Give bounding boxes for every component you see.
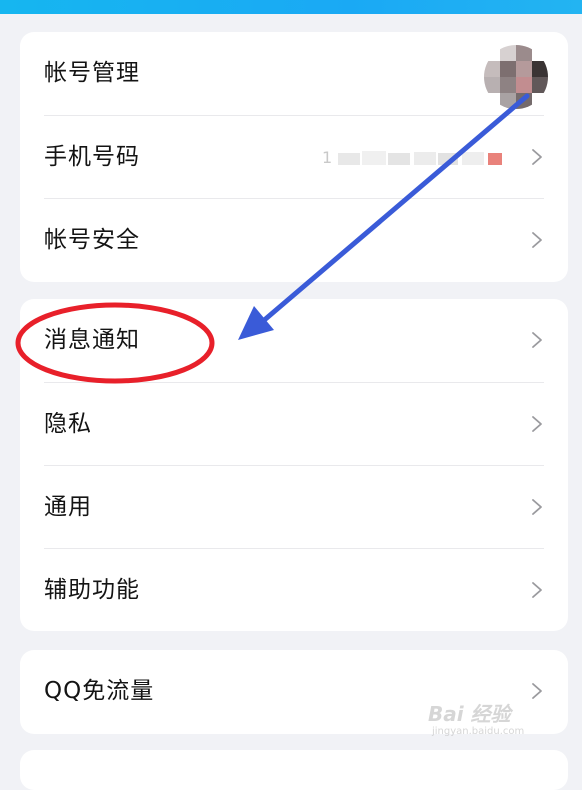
phone-number-row[interactable]: 手机号码 1 [20,116,568,199]
row-label: 帐号管理 [44,60,140,86]
general-settings-group: 消息通知 隐私 通用 辅助功能 [20,299,568,631]
blurred-phone-icon [338,151,502,165]
chevron-right-icon [532,582,542,598]
row-label: 通用 [44,494,92,520]
chevron-right-icon [532,499,542,515]
account-settings-group: 帐号管理 手机号码 1 帐号安全 [20,32,568,282]
phone-number-value: 1 [322,147,512,169]
account-security-row[interactable]: 帐号安全 [20,199,568,282]
next-settings-group [20,750,568,790]
account-management-row[interactable]: 帐号管理 [20,32,568,115]
chevron-right-icon [532,149,542,165]
phone-number-text: 1 [322,148,333,167]
message-notification-row[interactable]: 消息通知 [20,299,568,382]
privacy-row[interactable]: 隐私 [20,383,568,466]
chevron-right-icon [532,332,542,348]
row-label: QQ免流量 [44,678,155,704]
row-label: 辅助功能 [44,577,140,603]
row-label: 手机号码 [44,144,140,170]
general-row[interactable]: 通用 [20,466,568,549]
watermark-url: jingyan.baidu.com [432,726,525,737]
watermark: Bai 经验 jingyan.baidu.com [428,698,548,748]
row-label: 消息通知 [44,327,140,353]
accessibility-row[interactable]: 辅助功能 [20,549,568,632]
watermark-logo: Bai 经验 [428,702,511,726]
row-label: 隐私 [44,411,92,437]
avatar[interactable] [484,45,548,109]
row-label: 帐号安全 [44,227,140,253]
chevron-right-icon [532,232,542,248]
top-status-bar [0,0,582,14]
chevron-right-icon [532,416,542,432]
